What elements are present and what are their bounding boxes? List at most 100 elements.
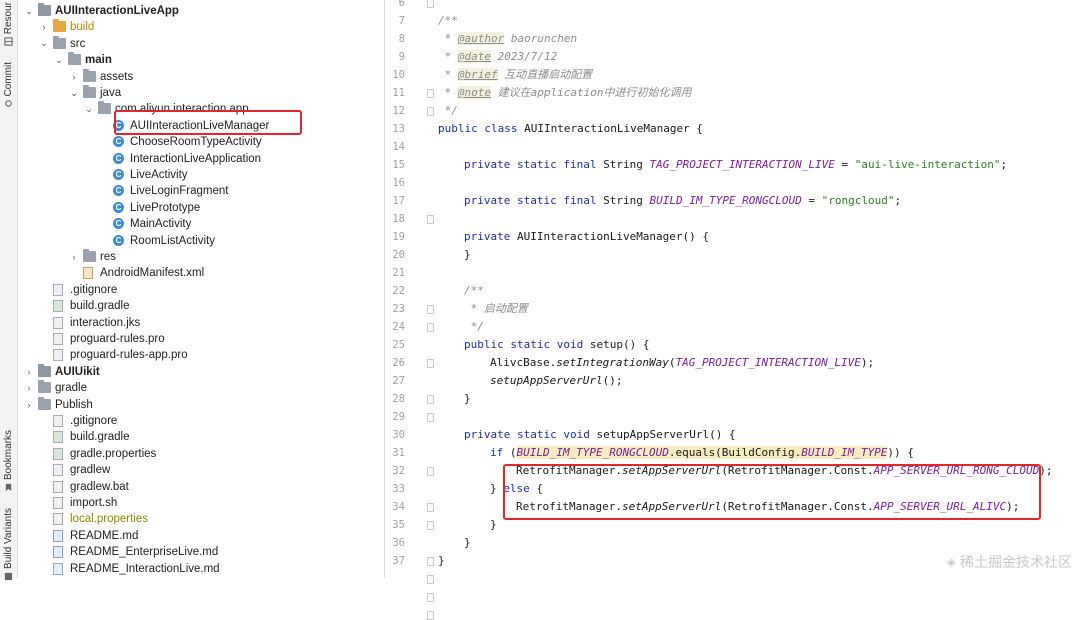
tree-item-label: gradlew.bat (70, 480, 129, 493)
tree-item[interactable]: ⌄ java (18, 85, 384, 101)
tree-item[interactable]: gradle.properties (18, 446, 384, 462)
tree-item[interactable]: ⌄ main (18, 52, 384, 68)
fold-marker-icon[interactable] (427, 413, 434, 422)
tree-item[interactable]: .gitignore (18, 282, 384, 298)
tree-item[interactable]: AndroidManifest.xml (18, 265, 384, 281)
tree-item[interactable]: local.properties (18, 511, 384, 527)
fold-marker-icon[interactable] (427, 323, 434, 332)
tree-item[interactable]: proguard-rules.pro (18, 331, 384, 347)
line-number: 15 (392, 159, 405, 171)
line-number: 23 (392, 303, 405, 315)
tree-item-label: java (100, 87, 122, 99)
module-folder-icon (38, 3, 51, 16)
fold-marker-icon[interactable] (427, 611, 434, 620)
project-tree[interactable]: ⌄ AUIInteractionLiveApp › build ⌄ src ⌄ main › as… (18, 0, 384, 578)
fold-marker-icon[interactable] (427, 503, 434, 512)
tree-item-label: gradle (55, 382, 87, 395)
code-editor[interactable]: /** * @author baorunchen * @date 2023/7/… (438, 0, 1080, 578)
tree-item[interactable]: C ChooseRoomTypeActivity (18, 134, 384, 150)
tree-item[interactable]: › gradle (18, 380, 384, 396)
tree-item[interactable]: ⌄ com.aliyun.interaction.app (18, 101, 384, 117)
tree-item[interactable]: gradlew.bat (18, 479, 384, 495)
fold-marker-icon[interactable] (427, 107, 434, 116)
chevron-right-icon[interactable]: › (69, 252, 79, 262)
chevron-right-icon[interactable]: › (24, 367, 34, 377)
tree-item[interactable]: README_EnterpriseLive.md (18, 544, 384, 560)
code-line-32: } else { (490, 482, 543, 495)
chevron-right-icon[interactable]: › (24, 400, 34, 410)
tree-item[interactable]: build.gradle (18, 298, 384, 314)
tree-item[interactable]: .gitignore (18, 413, 384, 429)
fold-marker-icon[interactable] (427, 575, 434, 584)
fold-marker-icon[interactable] (427, 467, 434, 476)
chevron-right-icon[interactable]: › (69, 72, 79, 82)
tree-item-label: LiveLoginFragment (130, 185, 229, 198)
tree-item[interactable]: C LiveLoginFragment (18, 183, 384, 199)
tree-item[interactable]: C InteractionLiveApplication (18, 151, 384, 167)
chevron-down-icon[interactable]: ⌄ (69, 88, 79, 98)
chevron-right-icon[interactable]: › (24, 383, 34, 393)
tree-item-label: LivePrototype (130, 201, 201, 214)
tree-item[interactable]: › res (18, 249, 384, 265)
markdown-file-icon (53, 546, 63, 559)
fold-marker-icon[interactable] (427, 0, 434, 8)
line-number: 25 (392, 339, 405, 351)
gradle-file-icon (53, 431, 63, 444)
chevron-down-icon[interactable]: ⌄ (24, 6, 34, 16)
tree-item[interactable]: build.gradle (18, 429, 384, 445)
code-line-30: if (BUILD_IM_TYPE_RONGCLOUD.equals(Build… (490, 446, 914, 459)
tree-item[interactable]: import.sh (18, 495, 384, 511)
markdown-file-icon (53, 529, 63, 542)
bookmarks-tab[interactable]: Bookmarks (0, 430, 17, 492)
commit-tab[interactable]: Commit (0, 62, 17, 108)
line-number: 27 (392, 375, 405, 387)
fold-marker-icon[interactable] (427, 395, 434, 404)
excluded-folder-icon (53, 19, 66, 33)
code-line-14: private static final String TAG_PROJECT_… (464, 158, 1008, 171)
tree-item[interactable]: proguard-rules-app.pro (18, 347, 384, 363)
tree-item[interactable]: C RoomListActivity (18, 233, 384, 249)
tree-item[interactable]: interaction.jks (18, 315, 384, 331)
tree-item[interactable]: C AUIInteractionLiveManager (18, 118, 384, 134)
class-icon: C (113, 185, 124, 197)
fold-marker-icon[interactable] (427, 521, 434, 530)
tree-item[interactable]: ⌄ src (18, 35, 384, 52)
chevron-right-icon[interactable]: › (39, 22, 49, 32)
tree-item-label: ChooseRoomTypeActivity (130, 136, 262, 149)
line-number: 19 (392, 231, 405, 243)
tree-item[interactable]: › assets (18, 68, 384, 85)
chevron-down-icon[interactable]: ⌄ (84, 104, 94, 114)
folder-icon (83, 249, 96, 262)
tree-item[interactable]: README_InteractionLive.md (18, 561, 384, 577)
build-variants-tab[interactable]: Build Variants (0, 508, 17, 581)
tree-item[interactable]: › build (18, 19, 384, 35)
tree-item[interactable]: gradlew (18, 462, 384, 478)
tree-item[interactable]: ⌄ AUIInteractionLiveApp (18, 3, 384, 19)
resource-manager-tab[interactable]: Resour (0, 2, 17, 46)
code-line-12: public class AUIInteractionLiveManager { (438, 122, 703, 135)
tree-item[interactable]: C LivePrototype (18, 200, 384, 216)
tree-item[interactable]: C LiveActivity (18, 167, 384, 183)
tree-item-label: build (70, 21, 95, 34)
line-number: 26 (392, 357, 405, 369)
line-number: 29 (392, 411, 405, 423)
line-number: 8 (398, 33, 405, 45)
fold-marker-icon[interactable] (427, 215, 434, 224)
tree-item[interactable]: C MainActivity (18, 216, 384, 232)
fold-marker-icon[interactable] (427, 359, 434, 368)
chevron-down-icon[interactable]: ⌄ (39, 38, 49, 49)
tree-item[interactable]: › Publish (18, 396, 384, 413)
line-number: 7 (398, 15, 405, 27)
chevron-down-icon[interactable]: ⌄ (54, 55, 64, 65)
line-number: 32 (392, 465, 405, 477)
fold-marker-icon[interactable] (427, 89, 434, 98)
tree-item-label: res (100, 251, 116, 263)
line-number: 24 (392, 321, 405, 333)
line-number: 11 (392, 87, 405, 99)
tree-item[interactable]: › AUIUikit (18, 363, 384, 380)
tree-item[interactable]: README.md (18, 528, 384, 544)
fold-marker-icon[interactable] (427, 593, 434, 602)
fold-marker-icon[interactable] (427, 305, 434, 314)
fold-marker-icon[interactable] (427, 557, 434, 566)
line-number: 34 (392, 501, 405, 513)
